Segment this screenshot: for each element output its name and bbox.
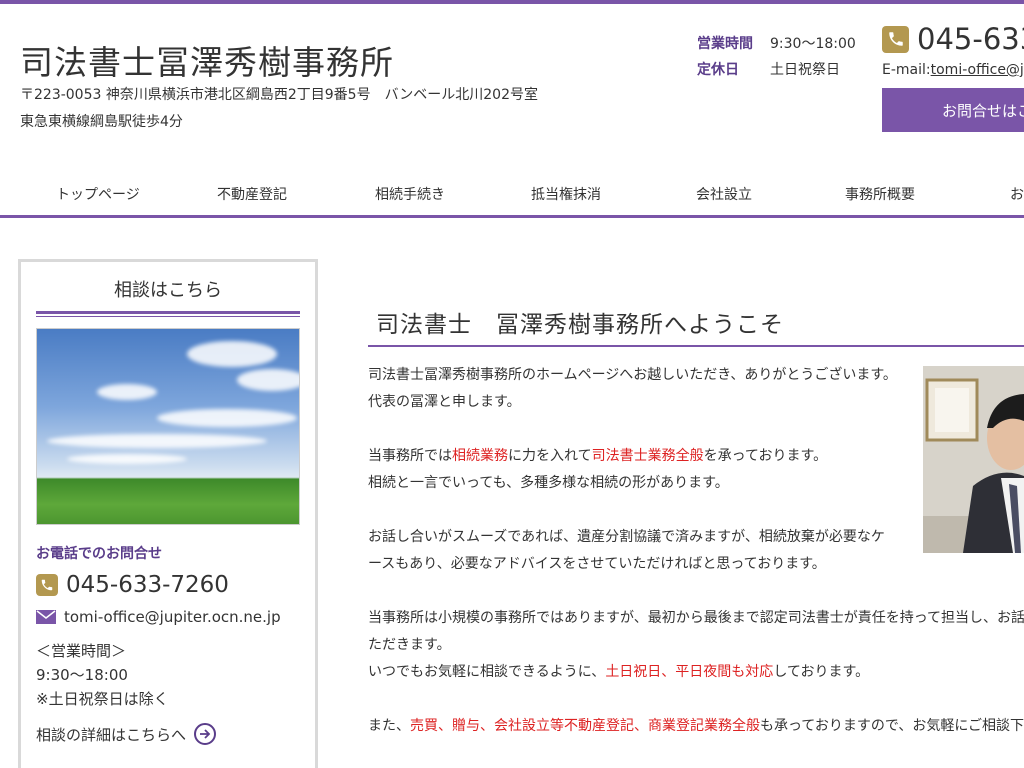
sky-field-photo xyxy=(36,328,300,525)
sidebar-hours: ＜営業時間＞ 9:30〜18:00 ※土日祝祭日は除く xyxy=(36,639,169,711)
sidebar-consult: 相談はこちら お電話でのお問合せ 045-633-7260 tomi-offic… xyxy=(18,259,318,768)
phone-icon xyxy=(882,25,909,53)
phone-icon xyxy=(36,574,58,596)
consult-detail-link[interactable]: 相談の詳細はこちらへ xyxy=(36,723,217,745)
nav-real-estate[interactable]: 不動産登記 xyxy=(217,184,287,204)
top-accent-bar xyxy=(0,0,1024,4)
sidebar-email[interactable]: tomi-office@jupiter.ocn.ne.jp xyxy=(36,608,281,626)
highlight-text: 土日祝日、平日夜間も対応 xyxy=(605,664,774,680)
mail-icon xyxy=(36,610,56,624)
nav-company[interactable]: 会社設立 xyxy=(696,184,752,204)
header-phone[interactable]: 045-633 xyxy=(882,22,1024,56)
sidebar-hours-value: 9:30〜18:00 xyxy=(36,666,128,684)
nav-contact[interactable]: お xyxy=(1010,184,1024,204)
sidebar-email-address: tomi-office@jupiter.ocn.ne.jp xyxy=(64,608,281,626)
consult-detail-label: 相談の詳細はこちらへ xyxy=(36,725,187,744)
sidebar-heading: 相談はこちら xyxy=(114,280,222,301)
sidebar-hours-note: ※土日祝祭日は除く xyxy=(36,690,169,708)
paragraph: いつでもお気軽に相談できるように、土日祝日、平日夜間も対応しております。 xyxy=(368,664,870,680)
representative-photo xyxy=(923,366,1024,553)
address-line: 〒223-0053 神奈川県横浜市港北区綱島西2丁目9番5号 バンベール北川20… xyxy=(20,87,538,103)
paragraph: ただきます。 xyxy=(368,637,451,653)
contact-button[interactable]: お問合せはこ xyxy=(882,88,1024,132)
sidebar-hours-label: ＜営業時間＞ xyxy=(36,642,127,660)
closed-label: 定休日 xyxy=(697,62,739,78)
hours-label: 営業時間 xyxy=(697,36,753,52)
paragraph: 当事務所は小規模の事務所ではありますが、最初から最後まで認定司法書士が責任を持っ… xyxy=(368,610,1024,626)
hours-value: 9:30〜18:00 xyxy=(770,36,856,52)
page-title: 司法書士 冨澤秀樹事務所へようこそ xyxy=(368,305,1024,347)
nav-inheritance[interactable]: 相続手続き xyxy=(375,184,445,204)
access-line: 東急東横線綱島駅徒歩4分 xyxy=(20,114,183,130)
paragraph: ースもあり、必要なアドバイスをさせていただければと思っております。 xyxy=(368,556,826,572)
sidebar-phone-number: 045-633-7260 xyxy=(66,572,229,598)
arrow-right-icon xyxy=(194,723,217,745)
paragraph: また、売買、贈与、会社設立等不動産登記、商業登記業務全般も承っておりますので、お… xyxy=(368,718,1024,734)
business-hours: 営業時間 9:30〜18:00 定休日 土日祝祭日 xyxy=(697,30,856,82)
header-email-link[interactable]: tomi-office@ju xyxy=(931,62,1024,78)
header-email: E-mail:tomi-office@ju xyxy=(882,62,1024,78)
closed-value: 土日祝祭日 xyxy=(770,62,840,78)
email-label: E-mail: xyxy=(882,62,931,78)
sidebar-phone[interactable]: 045-633-7260 xyxy=(36,572,229,598)
nav-top[interactable]: トップページ xyxy=(56,184,140,204)
site-title[interactable]: 司法書士冨澤秀樹事務所 xyxy=(20,36,394,84)
highlight-text: 司法書士業務全般 xyxy=(591,448,704,464)
tel-heading: お電話でのお問合せ xyxy=(36,546,162,562)
sidebar-divider xyxy=(36,311,300,317)
nav-mortgage[interactable]: 抵当権抹消 xyxy=(531,184,601,204)
highlight-text: 売買、贈与、会社設立等不動産登記、商業登記業務全般 xyxy=(410,718,760,734)
header-phone-number: 045-633 xyxy=(917,22,1024,56)
nav-office[interactable]: 事務所概要 xyxy=(845,184,915,204)
highlight-text: 相続業務 xyxy=(452,448,508,464)
global-nav: トップページ 不動産登記 相続手続き 抵当権抹消 会社設立 事務所概要 お xyxy=(0,172,1024,218)
